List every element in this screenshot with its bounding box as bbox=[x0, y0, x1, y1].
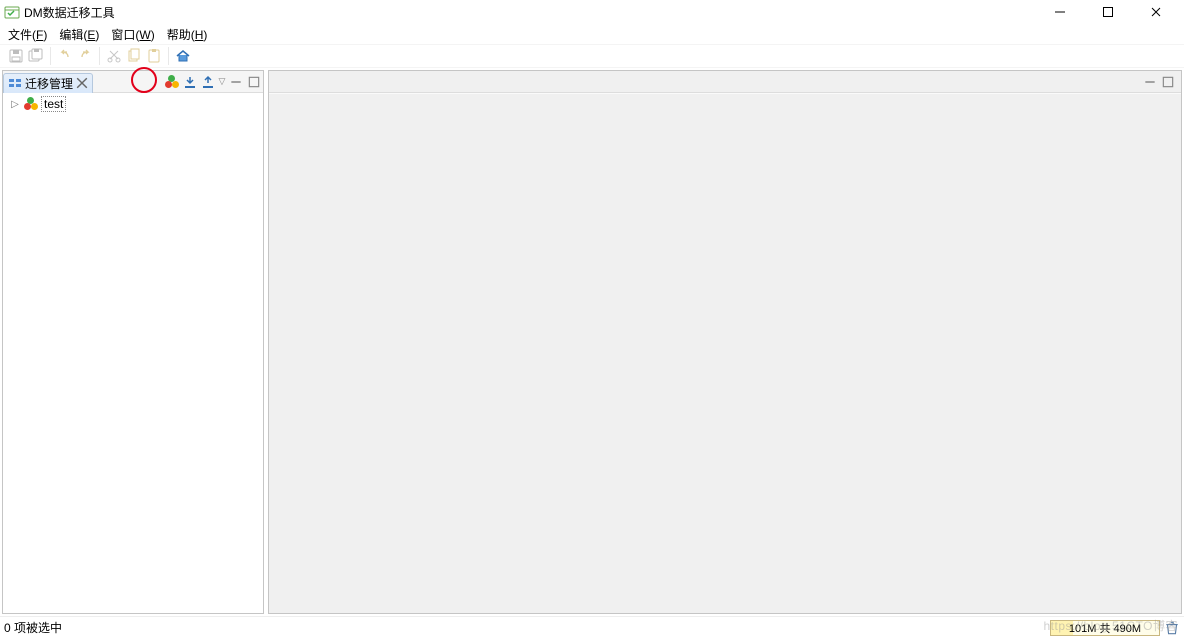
toolbar-redo-icon[interactable] bbox=[76, 47, 94, 65]
panel-minimize-icon[interactable] bbox=[228, 74, 244, 90]
tab-migration-label: 迁移管理 bbox=[25, 75, 73, 92]
memory-usage-bar[interactable]: 101M 共 490M bbox=[1050, 620, 1160, 636]
tree-item[interactable]: ▷ test bbox=[5, 95, 261, 113]
new-migration-cluster-icon[interactable] bbox=[164, 74, 180, 90]
memory-usage-text: 101M 共 490M bbox=[1069, 620, 1141, 636]
workspace: 迁移管理 ▽ bbox=[0, 68, 1184, 616]
editor-minimize-icon[interactable] bbox=[1142, 74, 1158, 90]
title-bar: DM数据迁移工具 bbox=[0, 0, 1184, 24]
left-panel-tabbar: 迁移管理 ▽ bbox=[3, 71, 263, 93]
menu-help[interactable]: 帮助(H) bbox=[163, 26, 212, 43]
import-icon[interactable] bbox=[182, 74, 198, 90]
toolbar-undo-icon[interactable] bbox=[56, 47, 74, 65]
editor-area bbox=[268, 70, 1182, 614]
app-icon bbox=[4, 4, 20, 20]
gc-trash-icon[interactable] bbox=[1164, 620, 1180, 636]
toolbar-cut-icon[interactable] bbox=[105, 47, 123, 65]
migration-manager-panel: 迁移管理 ▽ bbox=[2, 70, 264, 614]
menu-file[interactable]: 文件(F) bbox=[4, 26, 51, 43]
menu-bar: 文件(F) 编辑(E) 窗口(W) 帮助(H) bbox=[0, 24, 1184, 44]
toolbar-save-all-icon[interactable] bbox=[27, 47, 45, 65]
status-bar: 0 项被选中 101M 共 490M bbox=[0, 616, 1184, 638]
right-panel-tabbar bbox=[269, 71, 1181, 93]
toolbar-paste-icon[interactable] bbox=[145, 47, 163, 65]
tree-expander-icon[interactable]: ▷ bbox=[9, 99, 21, 110]
toolbar-save-icon[interactable] bbox=[7, 47, 25, 65]
toolbar-copy-icon[interactable] bbox=[125, 47, 143, 65]
toolbar-home-icon[interactable] bbox=[174, 47, 192, 65]
window-maximize-button[interactable] bbox=[1096, 0, 1120, 24]
menu-window[interactable]: 窗口(W) bbox=[107, 26, 158, 43]
window-title: DM数据迁移工具 bbox=[24, 4, 115, 21]
status-selection-text: 0 项被选中 bbox=[4, 619, 62, 636]
panel-maximize-icon[interactable] bbox=[246, 74, 262, 90]
window-minimize-button[interactable] bbox=[1048, 0, 1072, 24]
menu-edit[interactable]: 编辑(E) bbox=[55, 26, 103, 43]
tab-close-icon[interactable] bbox=[76, 77, 88, 89]
tree-node-cluster-icon bbox=[23, 96, 39, 112]
migration-tree[interactable]: ▷ test bbox=[3, 93, 263, 613]
editor-empty-content bbox=[269, 93, 1181, 613]
window-close-button[interactable] bbox=[1144, 0, 1168, 24]
export-icon[interactable] bbox=[200, 74, 216, 90]
tree-node-label[interactable]: test bbox=[41, 96, 66, 112]
toolbar bbox=[0, 44, 1184, 68]
editor-maximize-icon[interactable] bbox=[1160, 74, 1176, 90]
view-menu-dropdown-icon[interactable]: ▽ bbox=[217, 76, 227, 87]
migration-tab-icon bbox=[8, 76, 22, 90]
tab-migration-manager[interactable]: 迁移管理 bbox=[3, 73, 93, 93]
